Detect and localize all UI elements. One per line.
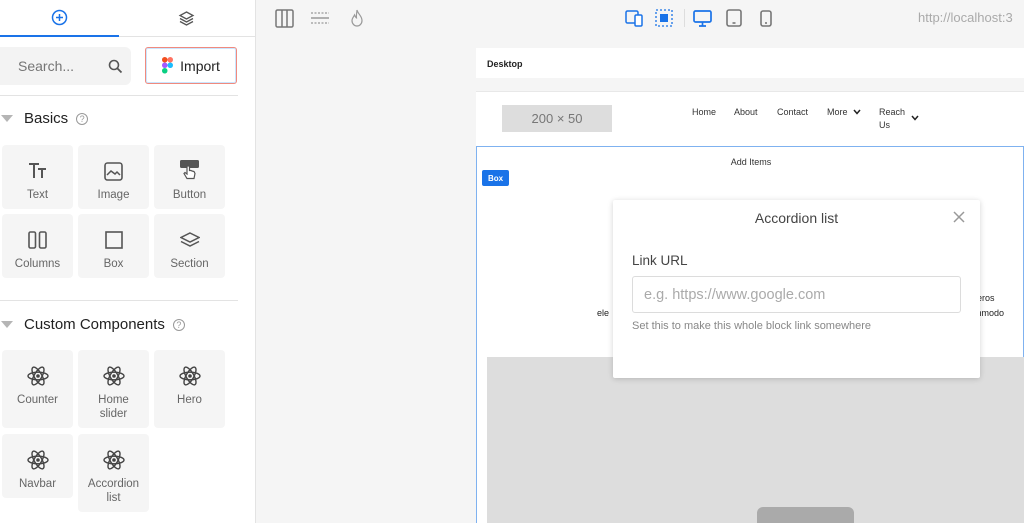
search-icon[interactable]	[108, 59, 123, 74]
block-text[interactable]: Text	[2, 145, 73, 209]
help-icon[interactable]: ?	[76, 112, 89, 125]
figma-icon	[162, 57, 174, 74]
react-icon	[26, 366, 49, 386]
toolbar-divider	[684, 9, 685, 27]
block-box[interactable]: Box	[78, 214, 149, 278]
nav-link-contact[interactable]: Contact	[777, 106, 808, 119]
responsive-devices-icon[interactable]	[624, 8, 644, 28]
modal-title: Accordion list	[754, 210, 839, 226]
react-icon	[102, 450, 125, 470]
button-icon	[180, 160, 199, 180]
tab-layers[interactable]	[127, 0, 246, 37]
nav-more-label: More	[827, 107, 848, 117]
block-label: Box	[103, 258, 124, 270]
nav-link-about[interactable]: About	[734, 106, 758, 119]
link-url-label: Link URL	[632, 253, 688, 268]
block-label: Accordion list	[87, 478, 140, 504]
import-button[interactable]: Import	[145, 47, 237, 84]
section-icon	[179, 232, 200, 247]
columns-icon	[28, 231, 47, 249]
divider	[0, 95, 238, 96]
block-label: Columns	[14, 258, 61, 270]
basics-title: Basics	[24, 110, 69, 127]
tab-add-blocks[interactable]	[0, 0, 119, 37]
fire-icon[interactable]	[347, 8, 367, 28]
add-items-text: Add Items	[730, 157, 772, 167]
block-counter[interactable]: Counter	[2, 350, 73, 428]
tablet-icon[interactable]	[724, 8, 744, 28]
text-fragment: ele	[597, 308, 610, 318]
accordion-list-modal: Accordion list Link URL Set this to make…	[613, 200, 980, 378]
logo-placeholder[interactable]: 200 × 50	[502, 105, 612, 132]
block-label: Text	[26, 189, 49, 201]
block-columns[interactable]: Columns	[2, 214, 73, 278]
placeholder-button[interactable]	[757, 507, 854, 523]
block-button[interactable]: Button	[154, 145, 225, 209]
outline-toggle-icon[interactable]	[310, 8, 330, 28]
plus-circle-icon	[51, 9, 68, 26]
sidebar: Import Basics ? Text Image Button Column…	[0, 0, 256, 523]
page-builder-app: Import Basics ? Text Image Button Column…	[0, 0, 1024, 523]
caret-down-icon	[1, 321, 13, 328]
preview-url[interactable]: http://localhost:3	[918, 10, 1013, 25]
block-navbar[interactable]: Navbar	[2, 434, 73, 498]
divider	[0, 300, 238, 301]
help-icon[interactable]: ?	[172, 318, 185, 331]
search-box	[0, 47, 131, 85]
device-label: Desktop	[476, 48, 1024, 78]
box-icon	[104, 231, 123, 249]
react-icon	[102, 366, 125, 386]
block-label: Home slider	[98, 394, 129, 420]
image-icon	[104, 161, 123, 181]
desktop-icon[interactable]	[692, 8, 712, 28]
block-accordion-list[interactable]: Accordion list	[78, 434, 149, 512]
block-label: Section	[170, 258, 209, 270]
nav-link-home[interactable]: Home	[692, 106, 716, 119]
block-section[interactable]: Section	[154, 214, 225, 278]
block-label: Navbar	[18, 478, 57, 490]
text-icon	[28, 163, 46, 178]
block-label: Counter	[17, 394, 58, 406]
block-label: Image	[97, 189, 130, 201]
block-hero[interactable]: Hero	[154, 350, 225, 428]
nav-more-dropdown[interactable]: More	[827, 106, 861, 119]
basics-section-header[interactable]: Basics ?	[0, 110, 89, 127]
chevron-down-icon[interactable]	[911, 115, 919, 121]
layers-icon	[178, 11, 195, 26]
block-label: Hero	[177, 394, 202, 406]
block-home-slider[interactable]: Home slider	[78, 350, 149, 428]
close-icon[interactable]	[952, 210, 966, 224]
nav-reach-us-label: Reach Us	[879, 107, 906, 130]
react-icon	[178, 366, 201, 386]
chevron-down-icon	[853, 109, 861, 115]
custom-components-title: Custom Components	[24, 316, 165, 333]
select-element-icon[interactable]	[654, 8, 674, 28]
nav-reach-us-dropdown[interactable]: Reach Us	[879, 106, 907, 132]
custom-components-header[interactable]: Custom Components ?	[0, 316, 185, 333]
link-url-help: Set this to make this whole block link s…	[632, 320, 872, 332]
search-input[interactable]	[18, 58, 98, 74]
sidebar-tabs	[0, 0, 256, 37]
mobile-icon[interactable]	[756, 8, 776, 28]
caret-down-icon	[1, 115, 13, 122]
link-url-input[interactable]	[632, 276, 961, 313]
block-image[interactable]: Image	[78, 145, 149, 209]
image-placeholder[interactable]	[487, 357, 1024, 523]
import-label: Import	[180, 57, 220, 74]
react-icon	[26, 450, 49, 470]
block-label: Button	[172, 189, 207, 201]
columns-layout-icon[interactable]	[274, 8, 294, 28]
